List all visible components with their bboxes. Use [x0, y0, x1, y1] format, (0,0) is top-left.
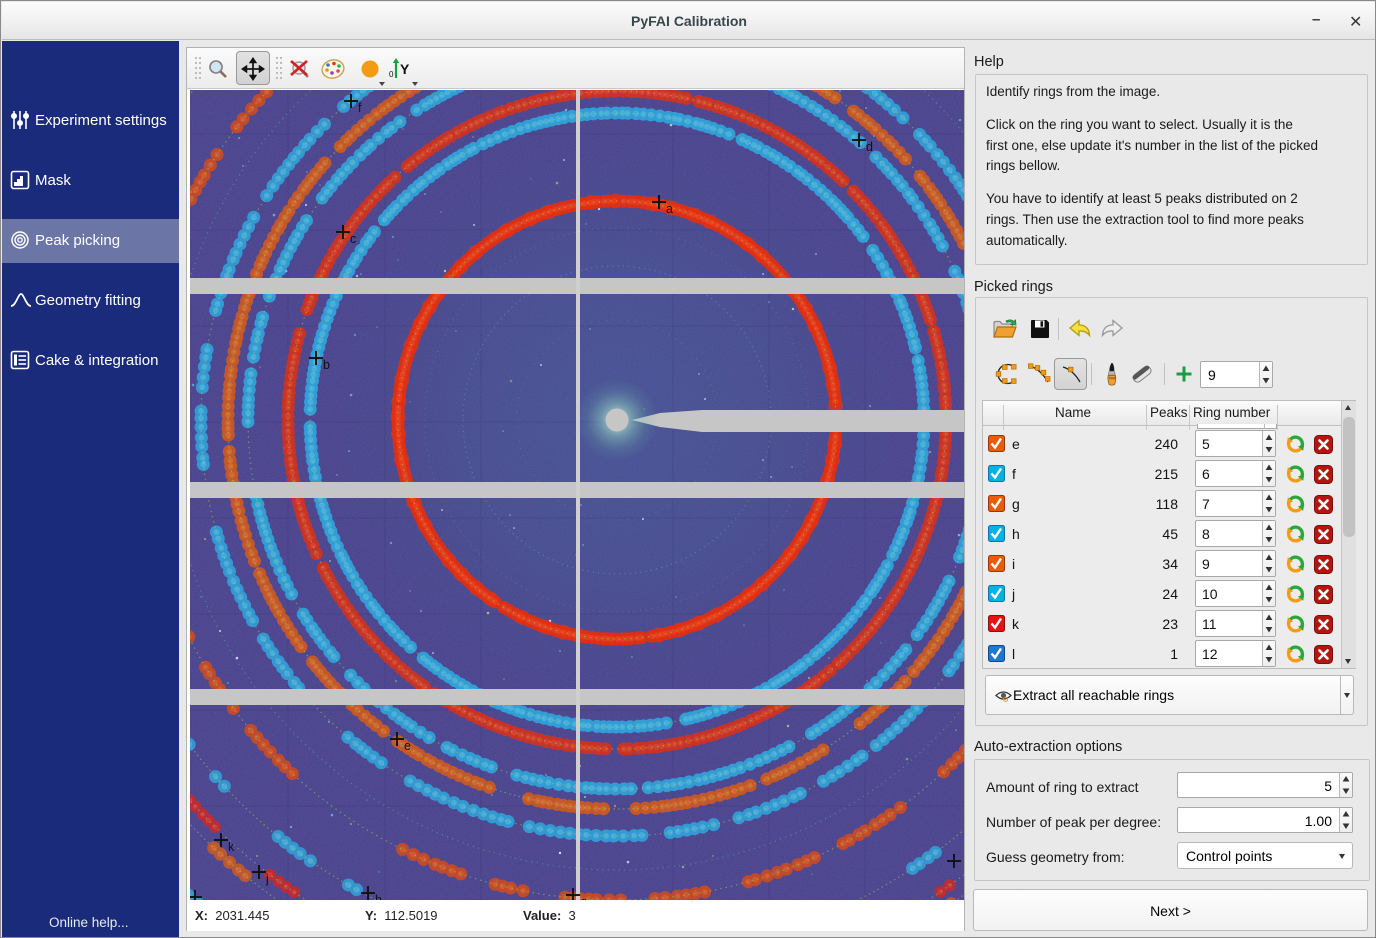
svg-text:f: f — [358, 101, 362, 115]
svg-text:c: c — [350, 232, 356, 246]
svg-text:b: b — [323, 358, 330, 372]
svg-text:Y: Y — [400, 61, 410, 77]
svg-text:a: a — [666, 202, 673, 216]
svg-text:e: e — [404, 739, 411, 753]
svg-text:d: d — [866, 140, 873, 154]
svg-text:j: j — [265, 872, 269, 886]
svg-text:k: k — [228, 840, 235, 854]
svg-text:0: 0 — [389, 70, 394, 79]
svg-text:h: h — [375, 893, 382, 900]
